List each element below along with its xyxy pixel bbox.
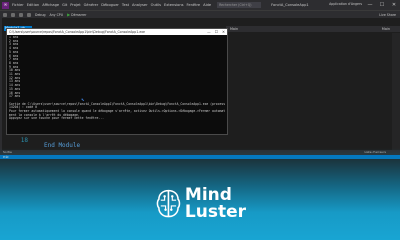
menu-bar: Fichier Edition Affichage Git Projet Gén…: [12, 0, 211, 10]
start-label: Démarrer: [71, 12, 87, 17]
live-share-button[interactable]: Live Share: [379, 13, 396, 17]
menu-git[interactable]: Git: [62, 0, 67, 10]
mouse-cursor-icon: ⬉: [81, 97, 85, 102]
member-dropdown-left[interactable]: Main: [230, 27, 238, 31]
menu-extensions[interactable]: Extensions: [164, 0, 184, 10]
brain-icon: [156, 189, 181, 218]
console-minimize-icon[interactable]: —: [207, 29, 211, 35]
console-title-bar[interactable]: C:\Users\user\source\repos\FonctA_Consol…: [7, 29, 227, 35]
config-dropdown[interactable]: Debug: [35, 13, 45, 17]
account-label[interactable]: Application d'Angers: [329, 2, 362, 6]
menu-edit[interactable]: Edition: [27, 0, 39, 10]
start-button[interactable]: ▶ Démarrer: [67, 12, 86, 17]
mindluster-logo: Mind Luster: [156, 182, 246, 226]
menu-view[interactable]: Affichage: [42, 0, 59, 10]
back-icon[interactable]: [3, 12, 7, 17]
console-controls: — ☐ ✕: [207, 29, 225, 35]
visual-studio-icon: ∞: [2, 1, 9, 9]
close-icon[interactable]: ✕: [390, 0, 398, 10]
line-number: 18: [20, 137, 28, 144]
brand-word-luster: Luster: [184, 202, 246, 222]
menu-window[interactable]: Fenêtre: [187, 0, 201, 10]
window-controls: — ☐ ✕: [366, 0, 398, 10]
maximize-icon[interactable]: ☐: [378, 0, 386, 10]
menu-tools[interactable]: Outils: [151, 0, 161, 10]
brand-wordmark: Mind Luster: [185, 187, 246, 221]
toolbox-strip[interactable]: [0, 18, 2, 152]
undo-icon[interactable]: [27, 12, 31, 17]
menu-debug[interactable]: Déboguer: [101, 0, 119, 10]
menu-analyze[interactable]: Analyser: [132, 0, 148, 10]
play-icon: ▶: [67, 12, 71, 17]
console-window[interactable]: C:\Users\user\source\repos\FonctA_Consol…: [6, 28, 228, 135]
forward-icon[interactable]: [11, 12, 15, 17]
navigation-bar: Main Main: [226, 26, 400, 32]
platform-dropdown[interactable]: Any CPU: [49, 13, 63, 17]
menu-build[interactable]: Générer: [84, 0, 99, 10]
console-title: C:\Users\user\source\repos\FonctA_Consol…: [9, 30, 146, 34]
menu-test[interactable]: Test: [122, 0, 129, 10]
console-maximize-icon[interactable]: ☐: [215, 29, 218, 35]
search-box[interactable]: Rechercher (Ctrl+Q): [217, 2, 262, 8]
minimize-icon[interactable]: —: [366, 0, 374, 10]
console-output: 1 ans 2 ans 3 ans 4 ans 5 ans 6 ans 7 an…: [9, 36, 225, 132]
toolbar: Debug Any CPU ▶ Démarrer Live Share: [0, 10, 400, 18]
save-icon[interactable]: [19, 12, 23, 17]
console-close-icon[interactable]: ✕: [222, 29, 225, 35]
menu-file[interactable]: Fichier: [12, 0, 24, 10]
project-name: FonctA_ConsoleApp1: [271, 3, 309, 7]
menu-help[interactable]: Aide: [203, 0, 211, 10]
title-bar: ∞ Fichier Edition Affichage Git Projet G…: [0, 0, 400, 10]
menu-project[interactable]: Projet: [70, 0, 80, 10]
member-dropdown-right[interactable]: Main: [382, 26, 390, 32]
console-line: Sortie de C:\Users\user\source\repos\Fon…: [9, 101, 225, 106]
console-line: Appuyez sur une touche pour fermer cette…: [9, 116, 104, 121]
solution-explorer-strip[interactable]: [392, 33, 400, 150]
